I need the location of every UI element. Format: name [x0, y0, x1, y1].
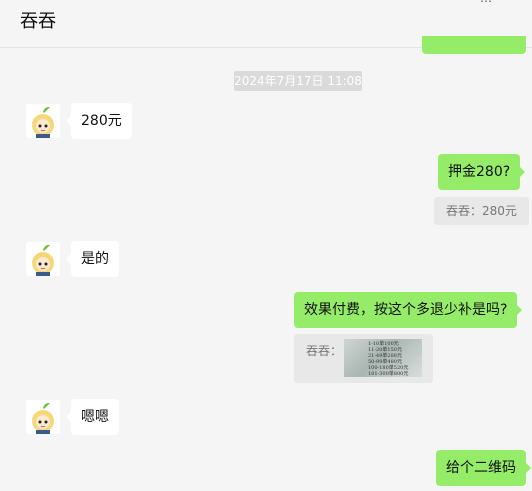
message-bubble-outgoing[interactable]: 给个二维码 [436, 450, 531, 486]
message-bubble-outgoing[interactable]: 押金280? [438, 154, 526, 190]
message-bubble-outgoing[interactable]: 效果付费，按这个多退少补是吗? [294, 292, 523, 328]
message-bubble-incoming[interactable]: 是的 [66, 241, 119, 277]
message-bubble-incoming[interactable]: 嗯嗯 [66, 399, 119, 435]
contact-avatar[interactable] [26, 400, 60, 434]
more-icon[interactable]: ⋯ [480, 0, 492, 8]
avatar-image [26, 104, 60, 138]
timestamp: 2024年7月17日 11:08 [234, 71, 362, 91]
avatar-image [26, 242, 60, 276]
contact-avatar[interactable] [26, 104, 60, 138]
previous-message-bubble[interactable] [422, 36, 526, 54]
contact-avatar[interactable] [26, 242, 60, 276]
quote-sender-label: 吞吞： [306, 344, 343, 358]
avatar-image [26, 400, 60, 434]
quoted-image-message[interactable]: 吞吞： 1-10单100元 11-20单150元 21-49单288元 50-9… [294, 334, 433, 383]
quoted-image-thumbnail[interactable]: 1-10单100元 11-20单150元 21-49单288元 50-99单48… [344, 339, 422, 377]
quoted-message[interactable]: 吞吞：280元 [434, 197, 529, 225]
message-bubble-incoming[interactable]: 280元 [66, 103, 132, 139]
thumb-line: 181-300单800元 [368, 371, 409, 377]
chat-title: 吞吞 [20, 11, 56, 32]
